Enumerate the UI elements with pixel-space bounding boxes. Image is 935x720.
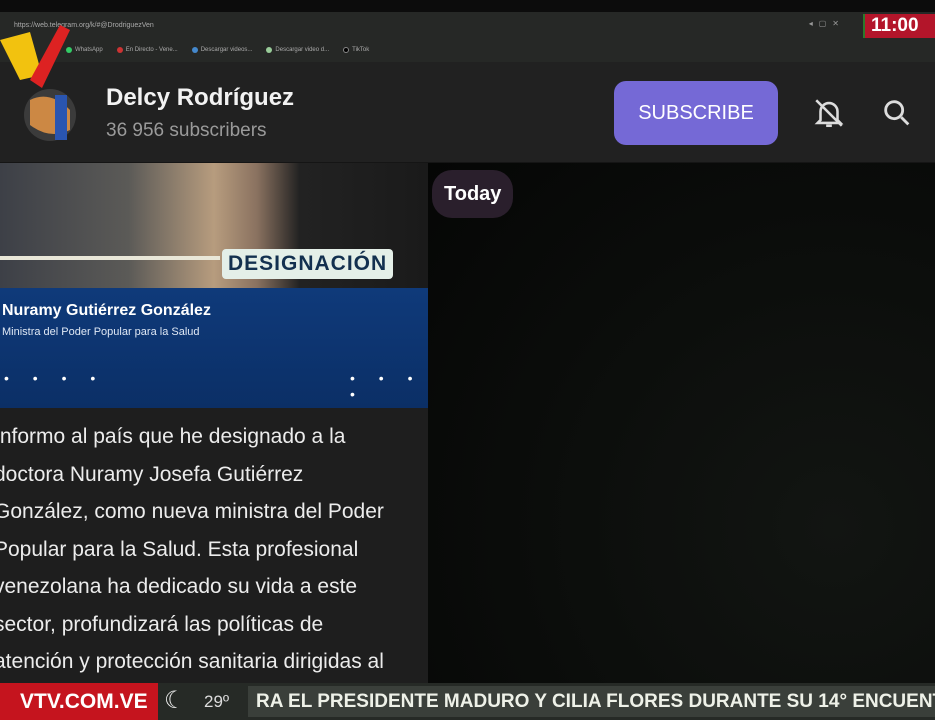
download-icon [191, 47, 198, 53]
tv-channel-logo [0, 25, 76, 141]
post-line: atención y protección sanitaria dirigida… [0, 650, 384, 673]
subscribe-button[interactable]: SUBSCRIBE [614, 81, 778, 145]
download-icon [266, 47, 273, 53]
bookmark-en-directo[interactable]: En Directo - Vene... [116, 47, 178, 53]
person-name: Nuramy Gutiérrez González [2, 302, 211, 319]
post-line: venezolana ha dedicado su vida a este [0, 575, 358, 598]
subscriber-count: 36 956 subscribers [106, 120, 267, 141]
news-crawl: RA EL PRESIDENTE MADURO Y CILIA FLORES D… [248, 686, 935, 717]
search-icon[interactable] [880, 96, 914, 130]
divider [0, 256, 220, 260]
temperature: 29º [204, 692, 230, 711]
post-line: doctora Nuramy Josefa Gutiérrez [0, 462, 304, 486]
post-line: Informo al país que he designado a la [0, 425, 346, 448]
designation-badge: DESIGNACIÓN [222, 249, 394, 279]
browser-controls-icon[interactable]: ◂▢✕ [809, 19, 845, 28]
channel-brand: VTV.COM.VE [0, 683, 158, 720]
tv-clock: 11:00 P [863, 14, 935, 60]
post-line: González, como nueva ministra del Poder [0, 500, 384, 523]
post-line: sector, profundizará las políticas de [0, 612, 324, 636]
bookmark-descargar-video[interactable]: Descargar video d... [266, 47, 329, 53]
browser-address-bar[interactable]: https://web.telegram.org/k/#@DrodriguezV… [0, 12, 935, 38]
post-photo[interactable]: DESIGNACIÓN [0, 163, 428, 288]
decorative-dots: • • • • [350, 370, 423, 402]
chat-background [428, 163, 935, 683]
tv-ticker: VTV.COM.VE ☾ 29º RA EL PRESIDENTE MADURO… [0, 683, 935, 720]
person-role: Ministra del Poder Popular para la Salud [2, 326, 200, 338]
tiktok-icon [343, 47, 350, 53]
bookmarks-bar: WhatsApp En Directo - Vene... Descargar … [0, 38, 935, 62]
channel-header: Delcy Rodríguez 36 956 subscribers SUBSC… [0, 62, 935, 163]
channel-post: DESIGNACIÓN Nuramy Gutiérrez González Mi… [0, 163, 428, 683]
bookmark-descargar-videos[interactable]: Descargar videos... [191, 47, 252, 53]
post-text: Informo al país que he designado a la do… [0, 418, 420, 681]
bell-muted-icon[interactable] [812, 96, 846, 130]
moon-icon: ☾ [164, 687, 186, 714]
decorative-dots: • • • • [4, 370, 106, 386]
post-caption-banner: Nuramy Gutiérrez González Ministra del P… [0, 288, 428, 408]
youtube-icon [116, 47, 123, 53]
bookmark-tiktok[interactable]: TikTok [343, 47, 369, 53]
date-separator: Today [432, 170, 514, 218]
channel-title[interactable]: Delcy Rodríguez [106, 84, 294, 112]
tv-top-border [0, 0, 935, 12]
post-line: Popular para la Salud. Esta profesional [0, 537, 359, 561]
